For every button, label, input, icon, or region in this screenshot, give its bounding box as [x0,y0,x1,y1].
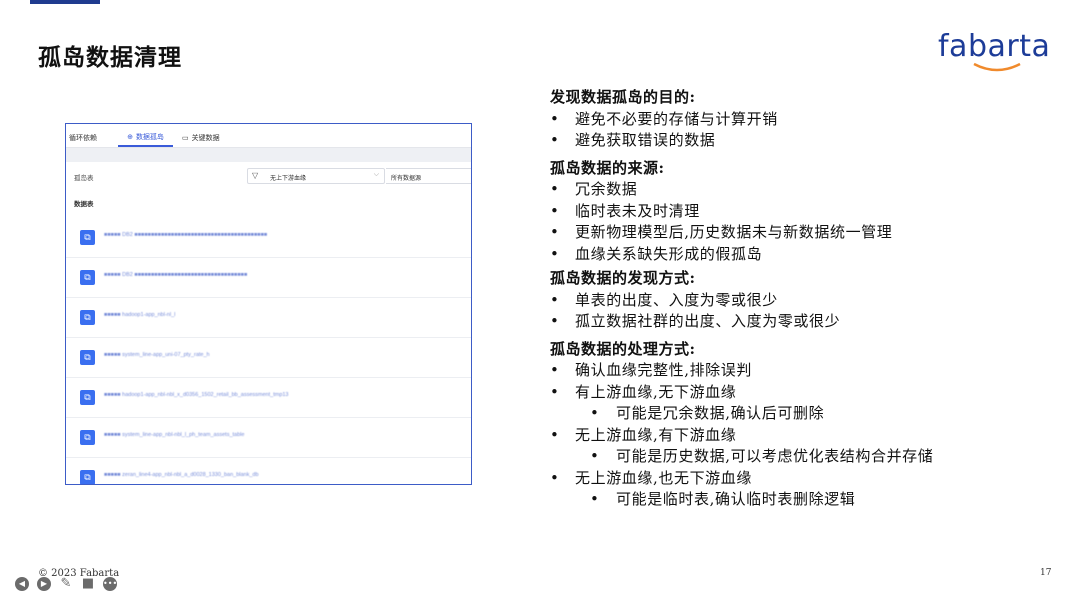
datasource-select[interactable]: 所有数据源 [386,168,471,184]
sub-list-item: 可能是历史数据,可以考虑优化表结构合并存储 [550,446,1070,468]
sub-list-item: 可能是冗余数据,确认后可删除 [550,403,1070,425]
slide-title: 孤岛数据清理 [38,44,182,71]
table-icon: ⧉ [80,390,95,405]
logo-wordmark: fabarta [938,29,1051,64]
table-row[interactable]: ⧉ ■■■■■ hadoop1-app_nbl-nbl_x_d0356_1502… [66,378,471,418]
pen-icon[interactable]: ✎ [59,577,73,591]
lineage-filter-select[interactable]: ▽ 无上下游血缘 ⌵ [247,168,385,184]
filter-value: 无上下游血缘 [270,176,307,182]
datasource-value: 所有数据源 [391,176,422,182]
filter-icon: ▽ [252,171,259,180]
tab-key-data[interactable]: ▭ 关键数据 [182,129,220,147]
list-item: 更新物理模型后,历史数据未与新数据统一管理 [550,222,1070,244]
fabarta-logo: fabarta [938,28,1056,74]
table-icon: ▭ [182,135,189,142]
tab-data-island[interactable]: ⊕ 数据孤岛 [118,129,173,147]
table-row[interactable]: ⧉ ■■■■■ system_line-app_nbl-nbl_l_ph_tea… [66,418,471,458]
more-icon[interactable]: ••• [103,577,117,591]
list-item: 临时表未及时清理 [550,201,1070,223]
list-item: 避免不必要的存储与计算开销 [550,109,1070,131]
table-name: ■■■■■ hadoop1-app_nbl-nl_l [104,312,176,318]
list-item: 血缘关系缺失形成的假孤岛 [550,244,1070,266]
app-tabs: 循环依赖 ⊕ 数据孤岛 ▭ 关键数据 [66,124,471,148]
table-row[interactable]: ⧉ ■■■■■ DB2 ■■■■■■■■■■■■■■■■■■■■■■■■■■■■… [66,258,471,298]
table-name: ■■■■■ DB2 ■■■■■■■■■■■■■■■■■■■■■■■■■■■■■■… [104,272,248,278]
table-icon: ⧉ [80,310,95,325]
table-name: ■■■■■ hadoop1-app_nbl-nbl_x_d0356_1502_r… [104,392,289,398]
list-item: 无上游血缘,有下游血缘 [550,425,1070,447]
page-number: 17 [1040,568,1052,578]
table-row[interactable]: ⧉ ■■■■■ zeran_line4-app_nbl-nbl_a_d0028_… [66,458,471,484]
sub-list-item: 可能是临时表,确认临时表删除逻辑 [550,489,1070,511]
table-icon: ⧉ [80,470,95,484]
data-island-screenshot: 循环依赖 ⊕ 数据孤岛 ▭ 关键数据 孤岛表 ▽ 无上下游血缘 ⌵ 所有数据源 … [65,123,472,485]
table-name: ■■■■■ zeran_line4-app_nbl-nbl_a_d0028_13… [104,472,259,478]
table-icon: ⧉ [80,430,95,445]
section-divider [66,148,471,162]
handle-heading: 孤岛数据的处理方式: [550,339,696,358]
target-icon: ⊕ [127,134,133,141]
top-accent-bar [30,0,100,4]
prev-icon[interactable]: ◀ [15,577,29,591]
list-item: 孤立数据社群的出度、入度为零或很少 [550,311,1070,333]
tab-label: 数据孤岛 [135,134,164,141]
list-item: 有上游血缘,无下游血缘 [550,382,1070,404]
source-heading: 孤岛数据的来源: [550,158,665,177]
next-icon[interactable]: ▶ [37,577,51,591]
logo-arc-icon [973,62,1021,72]
tab-label: 循环依赖 [69,135,97,142]
player-controls: ◀ ▶ ✎ ■ ••• [15,577,117,593]
list-header: 数据表 [74,201,94,208]
table-row[interactable]: ⧉ ■■■■■ DB2 ■■■■■■■■■■■■■■■■■■■■■■■■■■■■… [66,218,471,258]
table-row[interactable]: ⧉ ■■■■■ hadoop1-app_nbl-nl_l [66,298,471,338]
list-item: 单表的出度、入度为零或很少 [550,290,1070,312]
tab-label: 关键数据 [191,135,220,142]
filter-label: 孤岛表 [74,175,94,182]
tab-cycle-dependency[interactable]: 循环依赖 [69,129,97,147]
table-icon: ⧉ [80,270,95,285]
table-icon: ⧉ [80,230,95,245]
filter-bar: 孤岛表 ▽ 无上下游血缘 ⌵ 所有数据源 [66,164,471,188]
table-name: ■■■■■ system_line-app_uni-07_pty_rate_h [104,352,210,358]
list-item: 冗余数据 [550,179,1070,201]
list-item: 确认血缘完整性,排除误判 [550,360,1070,382]
notes-panel: 发现数据孤岛的目的: 避免不必要的存储与计算开销 避免获取错误的数据 孤岛数据的… [550,87,1070,511]
table-name: ■■■■■ system_line-app_nbl-nbl_l_ph_team_… [104,432,245,438]
video-icon[interactable]: ■ [81,577,95,591]
table-row[interactable]: ⧉ ■■■■■ system_line-app_uni-07_pty_rate_… [66,338,471,378]
discover-heading: 孤岛数据的发现方式: [550,269,696,287]
list-item: 无上游血缘,也无下游血缘 [550,468,1070,490]
purpose-heading: 发现数据孤岛的目的: [550,88,696,106]
table-icon: ⧉ [80,350,95,365]
chevron-down-icon: ⌵ [373,171,379,178]
list-item: 避免获取错误的数据 [550,130,1070,152]
table-name: ■■■■■ DB2 ■■■■■■■■■■■■■■■■■■■■■■■■■■■■■■… [104,232,268,238]
